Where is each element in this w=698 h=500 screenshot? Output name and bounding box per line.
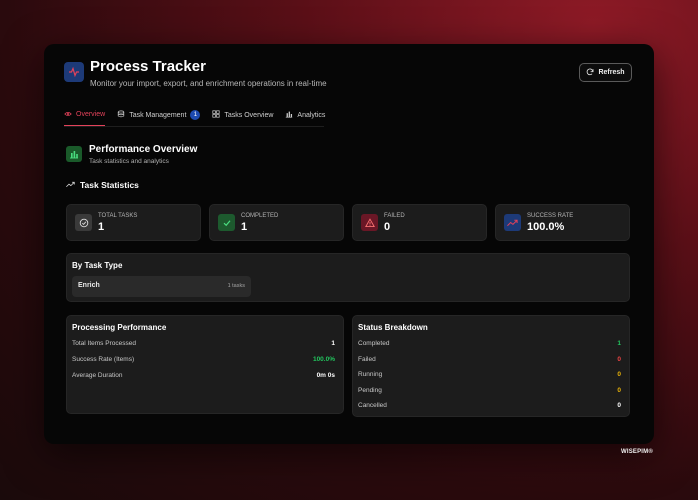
kv-label: Pending bbox=[358, 386, 382, 394]
database-icon bbox=[117, 110, 125, 120]
warning-icon bbox=[361, 214, 378, 231]
stat-card-success-rate: SUCCESS RATE 100.0% bbox=[495, 204, 630, 241]
kv-row: Average Duration 0m 0s bbox=[72, 372, 335, 382]
refresh-button[interactable]: Refresh bbox=[579, 63, 632, 82]
stat-label: COMPLETED bbox=[241, 213, 279, 219]
section-subtitle: Task statistics and analytics bbox=[89, 158, 169, 165]
kv-value: 0 bbox=[617, 402, 621, 409]
refresh-label: Refresh bbox=[598, 69, 625, 76]
kv-label: Running bbox=[358, 371, 383, 378]
refresh-icon bbox=[586, 68, 594, 78]
kv-row: Pending 0 bbox=[358, 387, 621, 397]
brand-logo: WISEPIM® bbox=[620, 449, 653, 455]
header: Process Tracker Monitor your import, exp… bbox=[64, 58, 632, 98]
tab-label: Overview bbox=[76, 111, 106, 118]
bar-chart-icon bbox=[285, 110, 293, 120]
bar-chart-icon bbox=[66, 146, 82, 162]
kv-label: Success Rate (Items) bbox=[72, 356, 135, 363]
stat-value: 100.0% bbox=[527, 221, 565, 233]
processing-performance-panel: Processing Performance Total Items Proce… bbox=[66, 315, 344, 414]
panel-title: Processing Performance bbox=[72, 323, 167, 332]
kv-label: Total Items Processed bbox=[72, 340, 136, 347]
kv-label: Completed bbox=[358, 340, 390, 347]
tab-task-management[interactable]: Task Management 1 bbox=[117, 108, 201, 126]
stat-card-total-tasks: TOTAL TASKS 1 bbox=[66, 204, 201, 241]
trending-up-icon bbox=[66, 180, 75, 190]
stats-heading-label: Task Statistics bbox=[80, 180, 139, 190]
page-subtitle: Monitor your import, export, and enrichm… bbox=[90, 79, 327, 88]
stat-label: FAILED bbox=[384, 213, 405, 219]
tab-tasks-overview[interactable]: Tasks Overview bbox=[212, 108, 273, 126]
page-title: Process Tracker bbox=[90, 58, 206, 75]
by-task-type-panel: By Task Type Enrich 1 tasks bbox=[66, 253, 630, 302]
kv-value: 100.0% bbox=[312, 356, 335, 363]
stat-value: 0 bbox=[384, 221, 391, 233]
task-statistics-heading: Task Statistics bbox=[66, 180, 139, 190]
panel-title: By Task Type bbox=[72, 261, 123, 270]
panel-title: Status Breakdown bbox=[358, 323, 428, 332]
grid-icon bbox=[212, 110, 220, 120]
status-breakdown-panel: Status Breakdown Completed 1 Failed 0 Ru… bbox=[352, 315, 630, 417]
tab-label: Analytics bbox=[297, 111, 326, 119]
stat-card-failed: FAILED 0 bbox=[352, 204, 487, 241]
activity-icon bbox=[64, 62, 84, 82]
kv-value: 1 bbox=[331, 340, 335, 347]
stat-label: TOTAL TASKS bbox=[98, 213, 138, 219]
stat-value: 1 bbox=[241, 221, 248, 233]
kv-row: Failed 0 bbox=[358, 356, 621, 366]
eye-icon bbox=[64, 110, 72, 120]
task-type-name: Enrich bbox=[78, 282, 100, 289]
section-title: Performance Overview bbox=[89, 144, 198, 155]
kv-row: Completed 1 bbox=[358, 340, 621, 350]
kv-value: 0 bbox=[617, 386, 621, 394]
kv-value: 0 bbox=[617, 371, 621, 378]
task-type-row[interactable]: Enrich 1 tasks bbox=[72, 276, 251, 297]
stat-value: 1 bbox=[98, 221, 105, 233]
clock-icon bbox=[75, 214, 92, 231]
tab-label: Tasks Overview bbox=[224, 111, 274, 119]
tabs-divider bbox=[64, 126, 324, 127]
kv-row: Success Rate (Items) 100.0% bbox=[72, 356, 335, 366]
kv-value: 0 bbox=[617, 355, 621, 363]
stat-card-completed: COMPLETED 1 bbox=[209, 204, 344, 241]
kv-label: Average Duration bbox=[72, 372, 123, 379]
tab-analytics[interactable]: Analytics bbox=[285, 108, 325, 126]
tab-overview[interactable]: Overview bbox=[64, 108, 106, 126]
kv-row: Running 0 bbox=[358, 371, 621, 381]
app-window: Process Tracker Monitor your import, exp… bbox=[44, 44, 654, 444]
kv-row: Cancelled 0 bbox=[358, 402, 621, 412]
tab-bar: Overview Task Management 1 Tasks Overvie… bbox=[64, 108, 325, 126]
stat-label: SUCCESS RATE bbox=[527, 213, 574, 219]
kv-value: 1 bbox=[617, 340, 621, 347]
task-count-badge: 1 bbox=[190, 110, 201, 120]
task-type-count: 1 tasks bbox=[227, 283, 245, 289]
kv-label: Failed bbox=[358, 355, 376, 363]
kv-row: Total Items Processed 1 bbox=[72, 340, 335, 350]
kv-value: 0m 0s bbox=[316, 372, 335, 379]
tab-label: Task Management bbox=[129, 111, 187, 119]
kv-label: Cancelled bbox=[358, 402, 387, 409]
check-icon bbox=[218, 214, 235, 231]
trending-up-icon bbox=[504, 214, 521, 231]
